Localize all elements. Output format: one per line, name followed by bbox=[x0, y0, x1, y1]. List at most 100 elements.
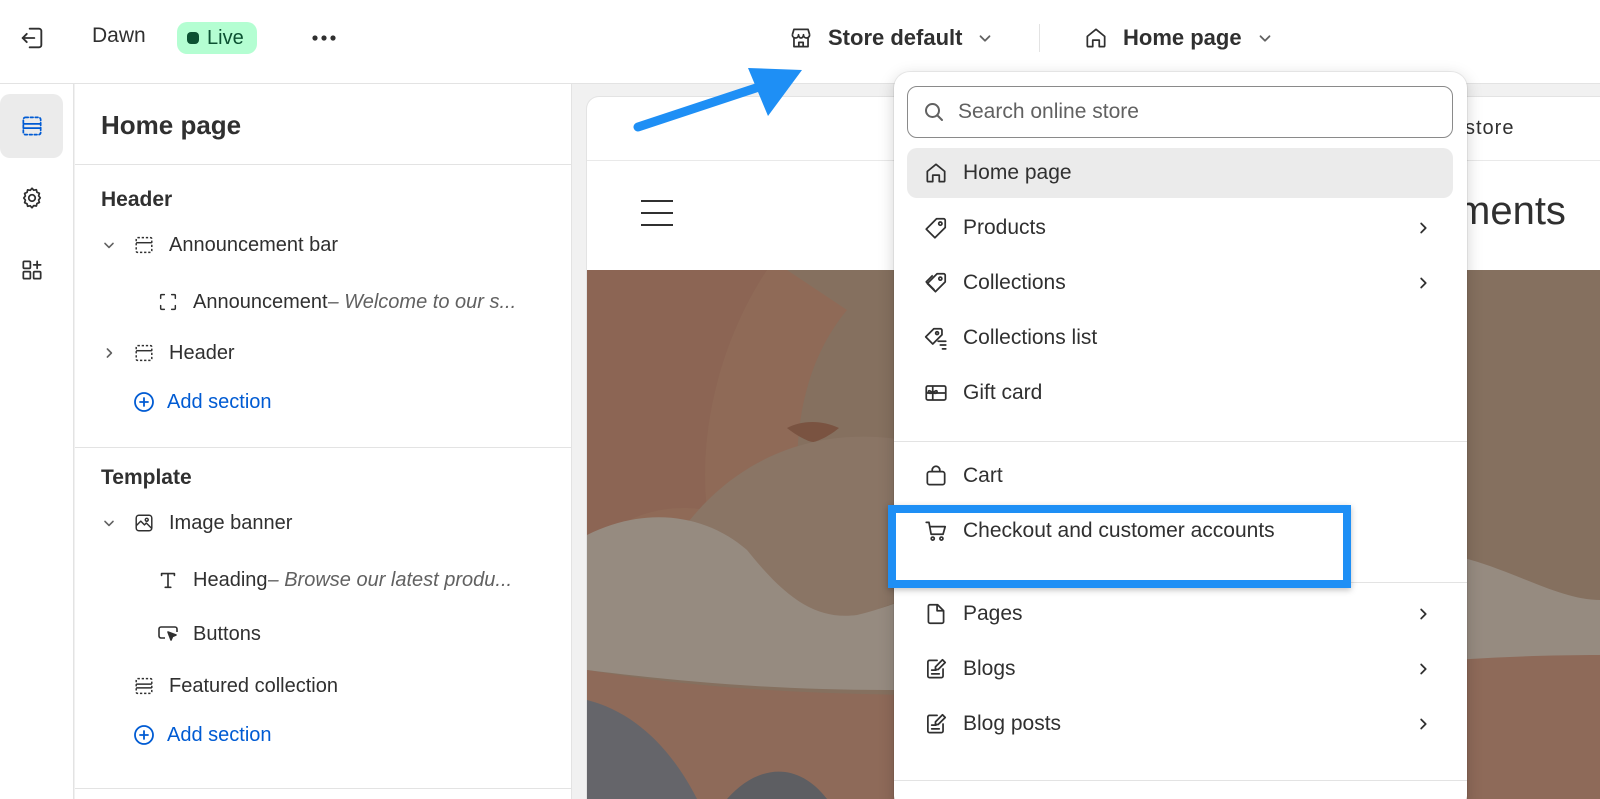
chevron-down-icon bbox=[1259, 35, 1270, 42]
menu-item-label: Collections bbox=[963, 271, 1066, 294]
page-selector-label: Home page bbox=[1123, 25, 1242, 50]
live-dot-icon bbox=[187, 32, 199, 44]
section-label: Announcement bar bbox=[169, 233, 339, 256]
block-sub-label: – Welcome to our s... bbox=[327, 290, 517, 313]
home-icon bbox=[1086, 28, 1106, 48]
blog-icon bbox=[927, 658, 947, 679]
chevron-right-icon bbox=[1413, 604, 1433, 624]
text-icon bbox=[155, 567, 181, 593]
add-section-label: Add section bbox=[167, 390, 272, 413]
section-label: Header bbox=[169, 341, 235, 364]
chevron-right-icon bbox=[1413, 714, 1433, 734]
add-section-button-template[interactable]: Add section bbox=[75, 715, 572, 755]
block-buttons[interactable]: Buttons bbox=[75, 614, 572, 654]
search-field[interactable] bbox=[907, 86, 1453, 138]
collection-icon bbox=[925, 272, 947, 293]
gift-card-icon bbox=[925, 385, 947, 401]
dropdown-divider bbox=[894, 441, 1467, 442]
section-label: Image banner bbox=[169, 511, 293, 534]
menu-item-label: Collections list bbox=[963, 326, 1098, 349]
annotation-arrow bbox=[633, 68, 802, 132]
store-icon bbox=[791, 28, 811, 48]
menu-item-label: Cart bbox=[963, 464, 1003, 487]
page-selector-dropdown: Home page Products Collections Collectio… bbox=[894, 72, 1467, 799]
menu-item-pages[interactable]: Pages bbox=[907, 589, 1453, 639]
menu-item-label: Blogs bbox=[963, 657, 1016, 680]
store-selector[interactable]: Store default bbox=[788, 18, 994, 58]
live-status-badge: Live bbox=[177, 22, 257, 54]
section-layout-icon bbox=[131, 673, 157, 699]
chevron-down-icon[interactable] bbox=[99, 513, 119, 533]
exit-button[interactable] bbox=[14, 20, 50, 56]
section-image-banner[interactable]: Image banner bbox=[75, 503, 572, 543]
menu-item-cart[interactable]: Cart bbox=[907, 451, 1453, 501]
cart-icon bbox=[925, 521, 947, 541]
header-group-label: Header bbox=[101, 188, 173, 211]
add-section-label: Add section bbox=[167, 723, 272, 746]
section-featured-collection[interactable]: Featured collection bbox=[75, 666, 572, 706]
block-sub-label: – Browse our latest produ... bbox=[267, 568, 513, 591]
section-announcement-bar[interactable]: Announcement bar bbox=[75, 225, 572, 265]
image-icon bbox=[131, 510, 157, 536]
menu-item-label: Home page bbox=[963, 161, 1072, 184]
page-selector[interactable]: Home page bbox=[1083, 18, 1274, 58]
blog-post-icon bbox=[927, 713, 947, 734]
menu-item-blog-posts[interactable]: Blog posts bbox=[907, 699, 1453, 749]
block-announcement[interactable]: Announcement – Welcome to our s... bbox=[75, 282, 572, 322]
menu-item-checkout-and-customer-accounts[interactable]: Checkout and customer accounts bbox=[907, 506, 1453, 556]
block-label: Heading bbox=[193, 568, 268, 591]
section-header[interactable]: Header bbox=[75, 333, 572, 373]
hamburger-menu-icon bbox=[641, 200, 673, 226]
page-icon bbox=[927, 603, 945, 625]
rail-apps-button[interactable] bbox=[0, 238, 63, 302]
chevron-right-icon bbox=[1413, 659, 1433, 679]
exit-icon bbox=[21, 27, 43, 49]
menu-item-label: Products bbox=[963, 216, 1046, 239]
chevron-down-icon bbox=[980, 35, 991, 42]
theme-name: Dawn bbox=[92, 24, 146, 47]
block-heading[interactable]: Heading – Browse our latest produ... bbox=[75, 560, 572, 600]
bag-icon bbox=[926, 465, 946, 486]
block-label: Announcement bbox=[193, 290, 328, 313]
section-label: Featured collection bbox=[169, 674, 338, 697]
menu-item-gift-card[interactable]: Gift card bbox=[907, 368, 1453, 418]
gear-icon bbox=[22, 187, 41, 209]
menu-item-collections-list[interactable]: Collections list bbox=[907, 313, 1453, 363]
preview-announcement-text: store bbox=[1465, 117, 1515, 139]
menu-item-collections[interactable]: Collections bbox=[907, 258, 1453, 308]
home-icon bbox=[926, 163, 946, 183]
more-actions-button[interactable] bbox=[306, 20, 342, 56]
menu-item-blogs[interactable]: Blogs bbox=[907, 644, 1453, 694]
rail-settings-button[interactable] bbox=[0, 166, 63, 230]
dropdown-divider bbox=[894, 780, 1467, 781]
section-layout-icon bbox=[131, 232, 157, 258]
menu-item-label: Pages bbox=[963, 602, 1023, 625]
apps-icon bbox=[21, 260, 42, 280]
add-section-button-header[interactable]: Add section bbox=[75, 382, 572, 422]
menu-item-label: Blog posts bbox=[963, 712, 1062, 735]
sections-icon bbox=[21, 116, 42, 136]
chevron-right-icon bbox=[1413, 273, 1433, 293]
collection-list-icon bbox=[924, 327, 947, 350]
rail-sections-button[interactable] bbox=[0, 94, 63, 158]
sidebar-divider bbox=[75, 164, 572, 165]
menu-item-label: Gift card bbox=[963, 381, 1043, 404]
preview-store-logo: ments bbox=[1457, 189, 1566, 233]
search-input[interactable] bbox=[958, 100, 1438, 124]
sidebar-divider bbox=[75, 447, 572, 448]
topbar-divider bbox=[1039, 24, 1040, 52]
sidebar-divider bbox=[75, 788, 572, 789]
menu-item-products[interactable]: Products bbox=[907, 203, 1453, 253]
plus-circle-icon bbox=[131, 389, 157, 415]
live-badge-label: Live bbox=[207, 26, 244, 49]
block-icon bbox=[155, 289, 181, 315]
chevron-down-icon[interactable] bbox=[99, 235, 119, 255]
sidebar-title: Home page bbox=[101, 110, 242, 140]
chevron-right-icon[interactable] bbox=[99, 343, 119, 363]
search-icon bbox=[925, 103, 943, 121]
template-group-label: Template bbox=[101, 466, 192, 489]
plus-circle-icon bbox=[131, 722, 157, 748]
menu-item-home-page[interactable]: Home page bbox=[907, 148, 1453, 198]
menu-item-label: Checkout and customer accounts bbox=[963, 519, 1275, 542]
sections-sidebar: Home page Header Announcement bar Announ… bbox=[75, 84, 572, 799]
